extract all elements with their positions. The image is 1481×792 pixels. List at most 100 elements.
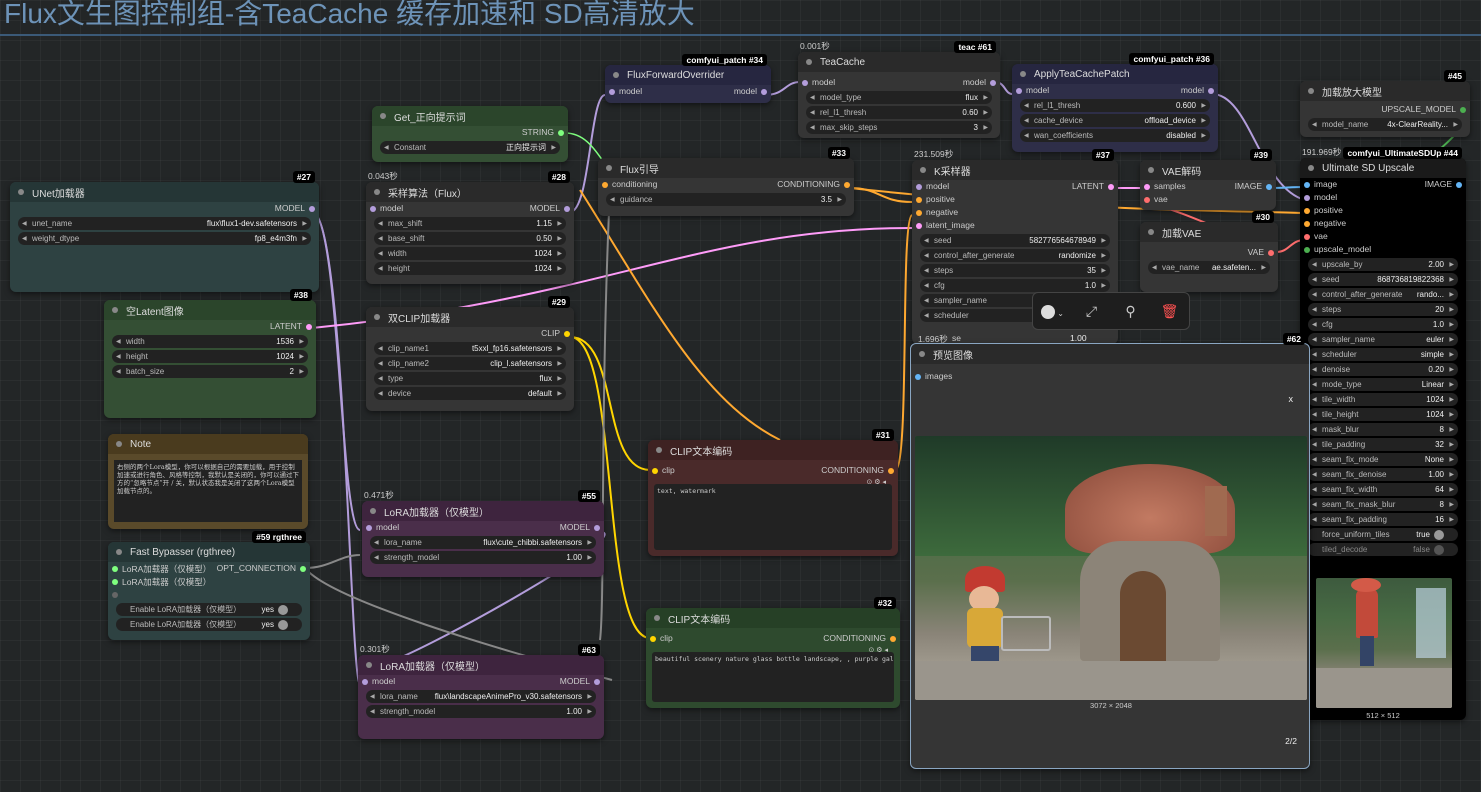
output-pin[interactable] <box>1208 88 1214 94</box>
seam-fix-denoise-widget[interactable]: seam_fix_denoise1.00 <box>1308 468 1458 481</box>
tile-padding-widget[interactable]: tile_padding32 <box>1308 438 1458 451</box>
collapse-dot-icon[interactable] <box>656 447 662 453</box>
input-pin[interactable] <box>652 468 658 474</box>
input-pin[interactable] <box>1304 208 1310 214</box>
collapse-dot-icon[interactable] <box>112 307 118 313</box>
collapse-dot-icon[interactable] <box>374 189 380 195</box>
note-text[interactable]: 右侧的两个Lora模型，你可以根据自己的需要加载，用于控制加速或进行角色、风格等… <box>114 460 302 522</box>
output-pin[interactable] <box>1268 250 1274 256</box>
type-widget[interactable]: typeflux <box>374 372 566 385</box>
wan-coefficients-widget[interactable]: wan_coefficientsdisabled <box>1020 129 1210 142</box>
output-pin[interactable] <box>306 324 312 330</box>
output-pin[interactable] <box>309 206 315 212</box>
unet-loader-node[interactable]: #27 UNet加载器 MODEL unet_nameflux\flux1-de… <box>10 171 319 292</box>
rel-l1-thresh-widget[interactable]: rel_l1_thresh0.60 <box>806 106 992 119</box>
input-pin[interactable] <box>609 89 615 95</box>
collapse-dot-icon[interactable] <box>606 165 612 171</box>
seam-fix-mask-blur-widget[interactable]: seam_fix_mask_blur8 <box>1308 498 1458 511</box>
note-node[interactable]: Note 右侧的两个Lora模型，你可以根据自己的需要加载，用于控制加速或进行角… <box>108 434 308 529</box>
input-pin[interactable] <box>112 566 118 572</box>
upscale-model-loader-node[interactable]: #45 加载放大模型 UPSCALE_MODEL model_name4x-Cl… <box>1300 70 1470 137</box>
clip-name1-widget[interactable]: clip_name1t5xxl_fp16.safetensors <box>374 342 566 355</box>
collapse-dot-icon[interactable] <box>366 662 372 668</box>
upscale-by-widget[interactable]: upscale_by2.00 <box>1308 258 1458 271</box>
seam-fix-mode-widget[interactable]: seam_fix_modeNone <box>1308 453 1458 466</box>
model-sampling-flux-node[interactable]: 0.043秒 #28 采样算法（Flux） model MODEL max_shi… <box>366 171 574 284</box>
upscale-preview-thumbnail[interactable] <box>1316 578 1452 708</box>
output-pin[interactable] <box>594 525 600 531</box>
input-pin[interactable] <box>112 592 118 598</box>
collapse-dot-icon[interactable] <box>1308 88 1314 94</box>
output-pin[interactable] <box>890 636 896 642</box>
output-pin[interactable] <box>564 206 570 212</box>
delete-icon[interactable]: 🗑 <box>1150 303 1189 320</box>
collapse-dot-icon[interactable] <box>116 549 122 555</box>
preview-image[interactable] <box>915 436 1307 700</box>
pin-icon[interactable]: ⚲ <box>1111 303 1150 320</box>
input-pin[interactable] <box>370 206 376 212</box>
rel-l1-thresh-widget[interactable]: rel_l1_thresh0.600 <box>1020 99 1210 112</box>
input-pin[interactable] <box>1144 184 1150 190</box>
output-pin[interactable] <box>1456 182 1462 188</box>
max-skip-steps-widget[interactable]: max_skip_steps3 <box>806 121 992 134</box>
strength-model-widget[interactable]: strength_model1.00 <box>366 705 596 718</box>
sampler-name-widget[interactable]: sampler_nameeuler <box>1308 333 1458 346</box>
tiled-decode-toggle[interactable]: tiled_decode false <box>1308 543 1458 556</box>
weight-dtype-widget[interactable]: weight_dtypefp8_e4m3fn <box>18 232 311 245</box>
collapse-dot-icon[interactable] <box>919 351 925 357</box>
force-uniform-tiles-toggle[interactable]: force_uniform_tiles true <box>1308 528 1458 541</box>
input-pin[interactable] <box>916 184 922 190</box>
control-after-generate-widget[interactable]: control_after_generaterandomize <box>920 249 1110 262</box>
output-pin[interactable] <box>1108 184 1114 190</box>
seed-widget[interactable]: seed582776564678949 <box>920 234 1110 247</box>
output-pin[interactable] <box>1266 184 1272 190</box>
input-pin[interactable] <box>366 525 372 531</box>
color-circle-icon[interactable]: ⌄ <box>1033 303 1072 320</box>
close-icon[interactable]: x <box>1289 394 1294 404</box>
height-widget[interactable]: height1024 <box>112 350 308 363</box>
input-pin[interactable] <box>1304 182 1310 188</box>
output-pin[interactable] <box>564 331 570 337</box>
mask-blur-widget[interactable]: mask_blur8 <box>1308 423 1458 436</box>
lora-name-widget[interactable]: lora_nameflux\landscapeAnimePro_v30.safe… <box>366 690 596 703</box>
model-name-widget[interactable]: model_name4x-ClearReality... <box>1308 118 1462 131</box>
height-widget[interactable]: height1024 <box>374 262 566 275</box>
fast-bypasser-node[interactable]: #59 rgthree Fast Bypasser (rgthree) LoRA… <box>108 531 310 640</box>
input-pin[interactable] <box>112 579 118 585</box>
cache-device-widget[interactable]: cache_deviceoffload_device <box>1020 114 1210 127</box>
output-pin[interactable] <box>594 679 600 685</box>
input-pin[interactable] <box>1016 88 1022 94</box>
input-pin[interactable] <box>1304 234 1310 240</box>
group-title[interactable]: Flux文生图控制组-含TeaCache 缓存加速和 SD高清放大 <box>0 0 1481 34</box>
output-pin[interactable] <box>990 80 996 86</box>
input-pin[interactable] <box>650 636 656 642</box>
get-prompt-node[interactable]: Get_正向提示词 STRING Constant正向提示词 <box>372 106 568 162</box>
collapse-dot-icon[interactable] <box>18 189 24 195</box>
output-pin[interactable] <box>888 468 894 474</box>
vae-name-widget[interactable]: vae_nameae.safeten... <box>1148 261 1270 274</box>
output-pin[interactable] <box>1460 107 1466 113</box>
enable-lora-toggle[interactable]: Enable LoRA加载器（仅模型） yes <box>116 618 302 631</box>
flux-forward-overrider-node[interactable]: comfyui_patch #34 FluxForwardOverrider m… <box>605 54 771 103</box>
collapse-dot-icon[interactable] <box>380 113 386 119</box>
model-type-widget[interactable]: model_typeflux <box>806 91 992 104</box>
lora-name-widget[interactable]: lora_nameflux\cute_chibbi.safetensors <box>370 536 596 549</box>
constant-widget[interactable]: Constant正向提示词 <box>380 141 560 154</box>
strength-model-widget[interactable]: strength_model1.00 <box>370 551 596 564</box>
bypass-icon[interactable]: ⤢ <box>1072 303 1111 320</box>
teacache-node[interactable]: 0.001秒 teac #61 TeaCache model model mode… <box>798 41 1000 138</box>
ultimate-sd-upscale-node[interactable]: 191.969秒 comfyui_UltimateSDUp #44 Ultima… <box>1300 147 1466 720</box>
output-pin[interactable] <box>558 130 564 136</box>
clip-name2-widget[interactable]: clip_name2clip_l.safetensors <box>374 357 566 370</box>
cfg-widget[interactable]: cfg1.0 <box>920 279 1110 292</box>
preview-page-indicator[interactable]: 2/2 <box>1285 736 1297 746</box>
collapse-dot-icon[interactable] <box>654 615 660 621</box>
steps-widget[interactable]: steps20 <box>1308 303 1458 316</box>
collapse-dot-icon[interactable] <box>920 167 926 173</box>
cfg-widget[interactable]: cfg1.0 <box>1308 318 1458 331</box>
lora-loader-node[interactable]: 0.301秒 #63 LoRA加载器（仅模型） model MODEL lora_… <box>358 644 604 739</box>
output-pin[interactable] <box>300 566 306 572</box>
clip-text-encode-negative-node[interactable]: #31 CLIP文本编码 clip CONDITIONING ⊙ ⚙ ◂ text… <box>648 429 898 556</box>
clip-text-encode-positive-node[interactable]: #32 CLIP文本编码 clip CONDITIONING ⊙ ⚙ ◂ beau… <box>646 597 900 708</box>
control-after-generate-widget[interactable]: control_after_generaterando... <box>1308 288 1458 301</box>
